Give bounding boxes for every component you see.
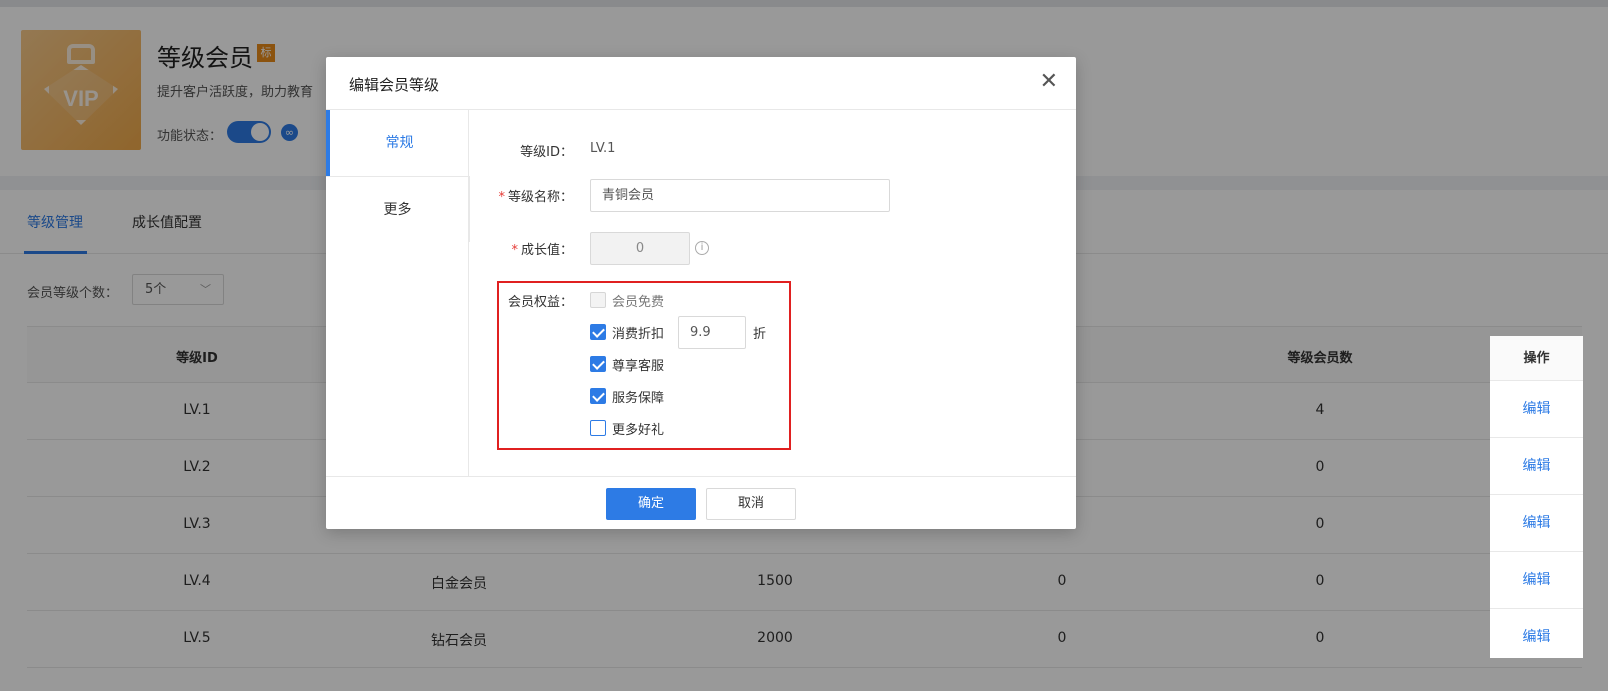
growth-value-input: 0 xyxy=(590,232,690,265)
edit-link-lv1[interactable]: 编辑 xyxy=(1490,381,1583,438)
modal-title: 编辑会员等级 xyxy=(349,76,440,94)
level-name-label-text: 等级名称： xyxy=(507,190,573,205)
benefit-more-gifts-label: 更多好礼 xyxy=(612,423,665,438)
confirm-button[interactable]: 确定 xyxy=(606,488,696,520)
side-tab-general[interactable]: 常规 xyxy=(326,110,470,176)
edit-link-lv3[interactable]: 编辑 xyxy=(1490,495,1583,552)
checkbox-free-member xyxy=(590,292,606,308)
benefit-vip-service-label: 尊享客服 xyxy=(612,359,665,374)
discount-input[interactable]: 9.9 xyxy=(678,316,746,349)
close-icon[interactable]: ✕ xyxy=(1040,70,1058,94)
checkbox-discount[interactable] xyxy=(590,324,606,340)
growth-value-label-text: 成长值： xyxy=(520,243,573,258)
discount-suffix: 折 xyxy=(753,327,767,342)
side-tab-more[interactable]: 更多 xyxy=(326,176,470,242)
growth-value-label: * 成长值： xyxy=(473,239,573,258)
edit-link-lv4[interactable]: 编辑 xyxy=(1490,552,1583,609)
edit-link-lv2[interactable]: 编辑 xyxy=(1490,438,1583,495)
level-name-label: * 等级名称： xyxy=(473,186,573,205)
benefits-label: 会员权益： xyxy=(507,295,573,310)
modal-side-nav: 常规 更多 xyxy=(326,110,470,476)
required-mark: * xyxy=(498,190,505,205)
required-mark: * xyxy=(511,243,518,258)
level-id-label: 等级ID： xyxy=(520,145,573,160)
checkbox-service-guarantee[interactable] xyxy=(590,388,606,404)
benefit-free-member-label: 会员免费 xyxy=(612,295,665,310)
info-icon[interactable]: i xyxy=(695,241,709,255)
header-actions: 操作 xyxy=(1490,336,1583,381)
level-name-input[interactable]: 青铜会员 xyxy=(590,179,890,212)
checkbox-vip-service[interactable] xyxy=(590,356,606,372)
cancel-button[interactable]: 取消 xyxy=(706,488,796,520)
benefit-discount-label: 消费折扣 xyxy=(612,327,665,342)
edit-link-lv5[interactable]: 编辑 xyxy=(1490,609,1583,666)
checkbox-more-gifts[interactable] xyxy=(590,420,606,436)
action-column: 操作 编辑 编辑 编辑 编辑 编辑 xyxy=(1490,336,1583,658)
modal-header: 编辑会员等级 ✕ xyxy=(326,57,1076,110)
level-id-value: LV.1 xyxy=(590,141,616,156)
modal-footer: 确定 取消 xyxy=(326,476,1076,529)
benefit-service-guarantee-label: 服务保障 xyxy=(612,391,665,406)
